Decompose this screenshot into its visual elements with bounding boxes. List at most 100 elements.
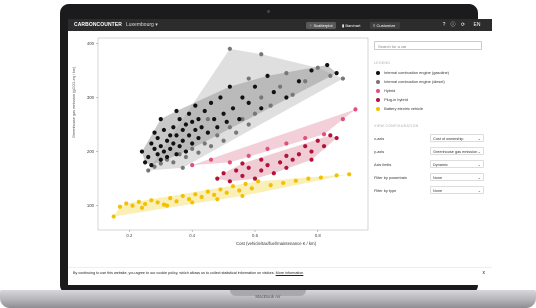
app-header: CARBONCOUNTER Luxembourg ▾ ⁘ Scatterplot… [68, 19, 492, 31]
cookie-message: By continuing to use this website, you a… [73, 270, 275, 275]
data-point [243, 181, 248, 187]
y-tick-label: 400 [87, 41, 95, 46]
scatterplot-svg[interactable]: 100 200 300 400 0.2 0.4 0.6 0.8 [86, 37, 369, 254]
y-tick-label: 100 [87, 203, 95, 208]
tab-barchart[interactable]: ▮ Barchart [339, 22, 365, 29]
data-point [221, 138, 226, 143]
data-point [303, 79, 308, 84]
data-point [174, 108, 179, 114]
close-icon[interactable]: x [483, 270, 486, 276]
data-point [227, 84, 232, 89]
data-point [259, 106, 264, 111]
data-point [284, 71, 289, 76]
more-information-link[interactable]: More information [276, 271, 304, 275]
data-point [139, 205, 145, 210]
legend-item-diesel[interactable]: Internal combustion engine (diesel) [376, 79, 445, 84]
data-point [237, 188, 242, 193]
customize-icon: ≡ [373, 22, 376, 28]
data-point [221, 111, 226, 116]
data-point [277, 160, 283, 165]
config-y-axis: y-axis Greenhouse gas emission ⌄ [374, 147, 484, 155]
data-point [130, 203, 135, 208]
data-point [271, 171, 276, 176]
data-point [183, 154, 189, 160]
chevron-down-icon: ⌄ [477, 162, 481, 168]
help-icon[interactable]: ? [441, 22, 447, 28]
data-point [190, 162, 195, 168]
data-point [306, 176, 311, 181]
data-point [321, 132, 327, 137]
data-point [230, 106, 236, 111]
filter-powertrain-select[interactable]: None ⌄ [430, 173, 484, 181]
data-point [117, 204, 123, 209]
data-point [149, 198, 154, 203]
filter-type-select[interactable]: None ⌄ [430, 186, 484, 194]
data-point [296, 152, 302, 157]
config-label: Filter by powertrain [374, 175, 408, 180]
data-point [224, 190, 229, 195]
legend-item-bev[interactable]: Battery electric vehicle [376, 106, 423, 111]
scatter-icon: ⁘ [309, 22, 313, 28]
data-point [318, 175, 324, 180]
data-point [215, 133, 220, 138]
legend-label: Battery electric vehicle [384, 106, 424, 111]
brand-logo[interactable]: CARBONCOUNTER [74, 22, 122, 28]
legend-item-gasoline[interactable]: Internal combustion engine (gasoline) [376, 70, 449, 75]
tab-label: Customize [376, 22, 396, 28]
data-point [136, 199, 141, 204]
config-label: Filter by type [374, 188, 397, 193]
config-filter-powertrain: Filter by powertrain None ⌄ [374, 173, 484, 181]
legend-item-hybrid[interactable]: Hybrid [376, 88, 395, 93]
data-point [218, 187, 223, 192]
data-point [180, 127, 185, 133]
data-point [281, 180, 286, 186]
data-point [180, 193, 185, 199]
tab-customize[interactable]: ≡ Customize [370, 21, 400, 29]
data-point [180, 138, 185, 143]
y-axis-select[interactable]: Greenhouse gas emission ⌄ [430, 147, 484, 155]
cookie-banner: By continuing to use this website, you a… [68, 267, 492, 278]
laptop-model-label: MacBook Air [255, 294, 281, 299]
data-point [246, 76, 251, 81]
data-point [215, 197, 220, 202]
x-axis-select[interactable]: Cost of ownership ⌄ [430, 134, 484, 142]
data-point [164, 138, 170, 143]
data-point [171, 160, 176, 165]
data-point [265, 146, 270, 151]
car-search-input[interactable]: Search for a car [374, 41, 482, 50]
data-point [268, 183, 273, 188]
data-point [152, 146, 157, 151]
data-point [334, 173, 339, 178]
data-point [227, 179, 232, 184]
tab-label: Scatterplot [313, 22, 333, 28]
legend-item-plugin-hybrid[interactable]: Plug-in hybrid [376, 97, 408, 102]
data-point [234, 130, 239, 135]
data-point [149, 141, 154, 146]
data-point [146, 168, 151, 173]
data-point [196, 150, 201, 155]
axis-limits-select[interactable]: Dynamic ⌄ [430, 160, 484, 168]
tab-label: Barchart [345, 22, 361, 28]
data-point [284, 141, 289, 146]
language-selector[interactable]: EN [471, 22, 483, 28]
data-point [199, 194, 204, 200]
config-title: VIEW CONFIGURATION [374, 124, 419, 128]
data-point [234, 168, 239, 173]
share-icon[interactable]: ⟳ [460, 22, 466, 28]
data-point [193, 192, 198, 197]
data-point [174, 152, 179, 157]
tab-scatterplot[interactable]: ⁘ Scatterplot [306, 21, 336, 29]
data-point [259, 95, 264, 100]
data-point [190, 141, 195, 146]
data-point [328, 73, 333, 78]
data-point [208, 144, 214, 149]
data-point [334, 71, 339, 76]
data-point [139, 149, 145, 154]
data-point [193, 103, 198, 108]
data-point [124, 201, 129, 206]
chevron-down-icon: ⌄ [477, 175, 481, 181]
country-selector[interactable]: Luxembourg ▾ [126, 22, 158, 28]
y-tick-label: 300 [87, 95, 95, 100]
data-point [237, 117, 242, 122]
info-icon[interactable]: ⓘ [450, 22, 456, 28]
